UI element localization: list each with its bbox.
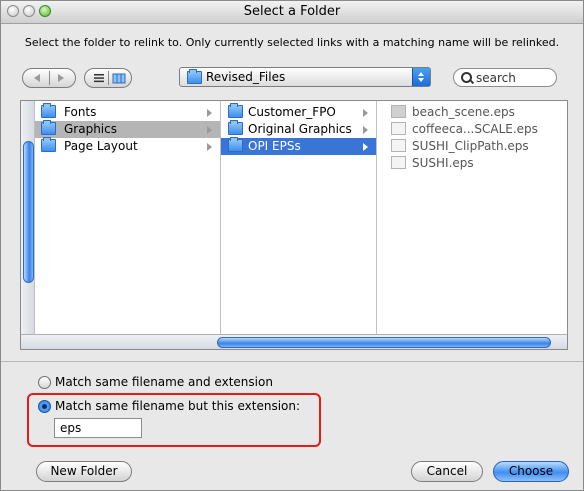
folder-icon [41,103,56,118]
file-item-coffeecake[interactable]: coffeeca...SCALE.eps [377,121,566,138]
instruction-text: Select the folder to relink to. Only cur… [24,36,560,49]
choose-button[interactable]: Choose [493,461,569,482]
file-item-beach-scene[interactable]: beach_scene.eps [377,104,566,121]
back-arrow-icon[interactable] [34,74,40,82]
chevron-right-icon [363,126,368,134]
popup-stepper-icon[interactable] [412,68,430,86]
sidebar-item-page-layout[interactable]: Page Layout [35,137,220,155]
vertical-scroll-thumb[interactable] [23,141,34,283]
path-popup-label: Revised_Files [206,70,286,84]
search-icon [461,72,472,83]
file-icon [391,105,406,118]
select-folder-dialog: Select a Folder Select the folder to rel… [0,0,584,491]
cancel-button[interactable]: Cancel [411,461,483,482]
item-label: OPI EPSs [248,139,301,153]
chevron-right-icon [207,109,212,117]
item-label: Original Graphics [248,122,352,136]
item-label: Graphics [64,122,117,136]
folder-icon [228,137,243,152]
segment-divider [49,71,50,85]
vertical-scrollbar[interactable] [21,101,35,334]
column-1: Fonts Graphics Page Layout [35,101,221,334]
extension-value: eps [60,421,82,435]
chevron-right-icon [207,143,212,151]
match-extension-radio[interactable] [38,376,51,389]
divider [1,361,583,362]
folder-item-original-graphics[interactable]: Original Graphics [221,120,376,138]
folder-icon [41,120,56,135]
list-view-icon[interactable] [91,71,107,85]
folder-icon [228,103,243,118]
search-placeholder: search [476,71,516,85]
back-forward-control [22,68,76,88]
forward-arrow-icon[interactable] [58,74,64,82]
folder-icon [41,137,56,152]
horizontal-scrollbar[interactable] [21,334,567,349]
chevron-right-icon [363,109,368,117]
view-mode-control [84,68,132,88]
match-name-label: Match same filename but this extension: [55,399,301,413]
folder-item-customer-fpo[interactable]: Customer_FPO [221,103,376,121]
column-browser: Fonts Graphics Page Layout Customer_FPO [20,100,568,350]
sidebar-item-graphics[interactable]: Graphics [35,120,220,138]
horizontal-scroll-thumb[interactable] [217,337,551,348]
segment-divider [108,71,109,85]
folder-item-opi-epss[interactable]: OPI EPSs [221,137,376,155]
sidebar-item-fonts[interactable]: Fonts [35,103,220,121]
column-2: Customer_FPO Original Graphics OPI EPSs [221,101,377,334]
file-icon [391,139,406,152]
file-item-sushi-clippath[interactable]: SUSHI_ClipPath.eps [377,138,566,155]
extension-field[interactable]: eps [54,418,142,438]
match-name-radio[interactable] [38,400,51,413]
file-icon [391,156,406,169]
chevron-right-icon [207,126,212,134]
item-label: coffeeca...SCALE.eps [412,122,538,136]
new-folder-button[interactable]: New Folder [36,461,132,482]
item-label: Customer_FPO [248,105,336,119]
item-label: Page Layout [64,139,138,153]
title-bar: Select a Folder [1,1,583,24]
item-label: beach_scene.eps [412,105,515,119]
window-title: Select a Folder [243,4,341,19]
item-label: SUSHI.eps [412,156,474,170]
chevron-right-icon [363,143,368,151]
file-item-sushi[interactable]: SUSHI.eps [377,155,566,172]
file-icon [391,122,406,135]
column-view-icon[interactable] [111,71,127,85]
search-field[interactable]: search [453,68,557,87]
match-extension-label: Match same filename and extension [55,375,273,389]
column-3: beach_scene.eps coffeeca...SCALE.eps SUS… [377,101,567,334]
item-label: SUSHI_ClipPath.eps [412,139,529,153]
folder-icon [228,120,243,135]
item-label: Fonts [64,105,97,119]
folder-icon [187,69,202,84]
path-popup[interactable]: Revised_Files [179,67,431,87]
